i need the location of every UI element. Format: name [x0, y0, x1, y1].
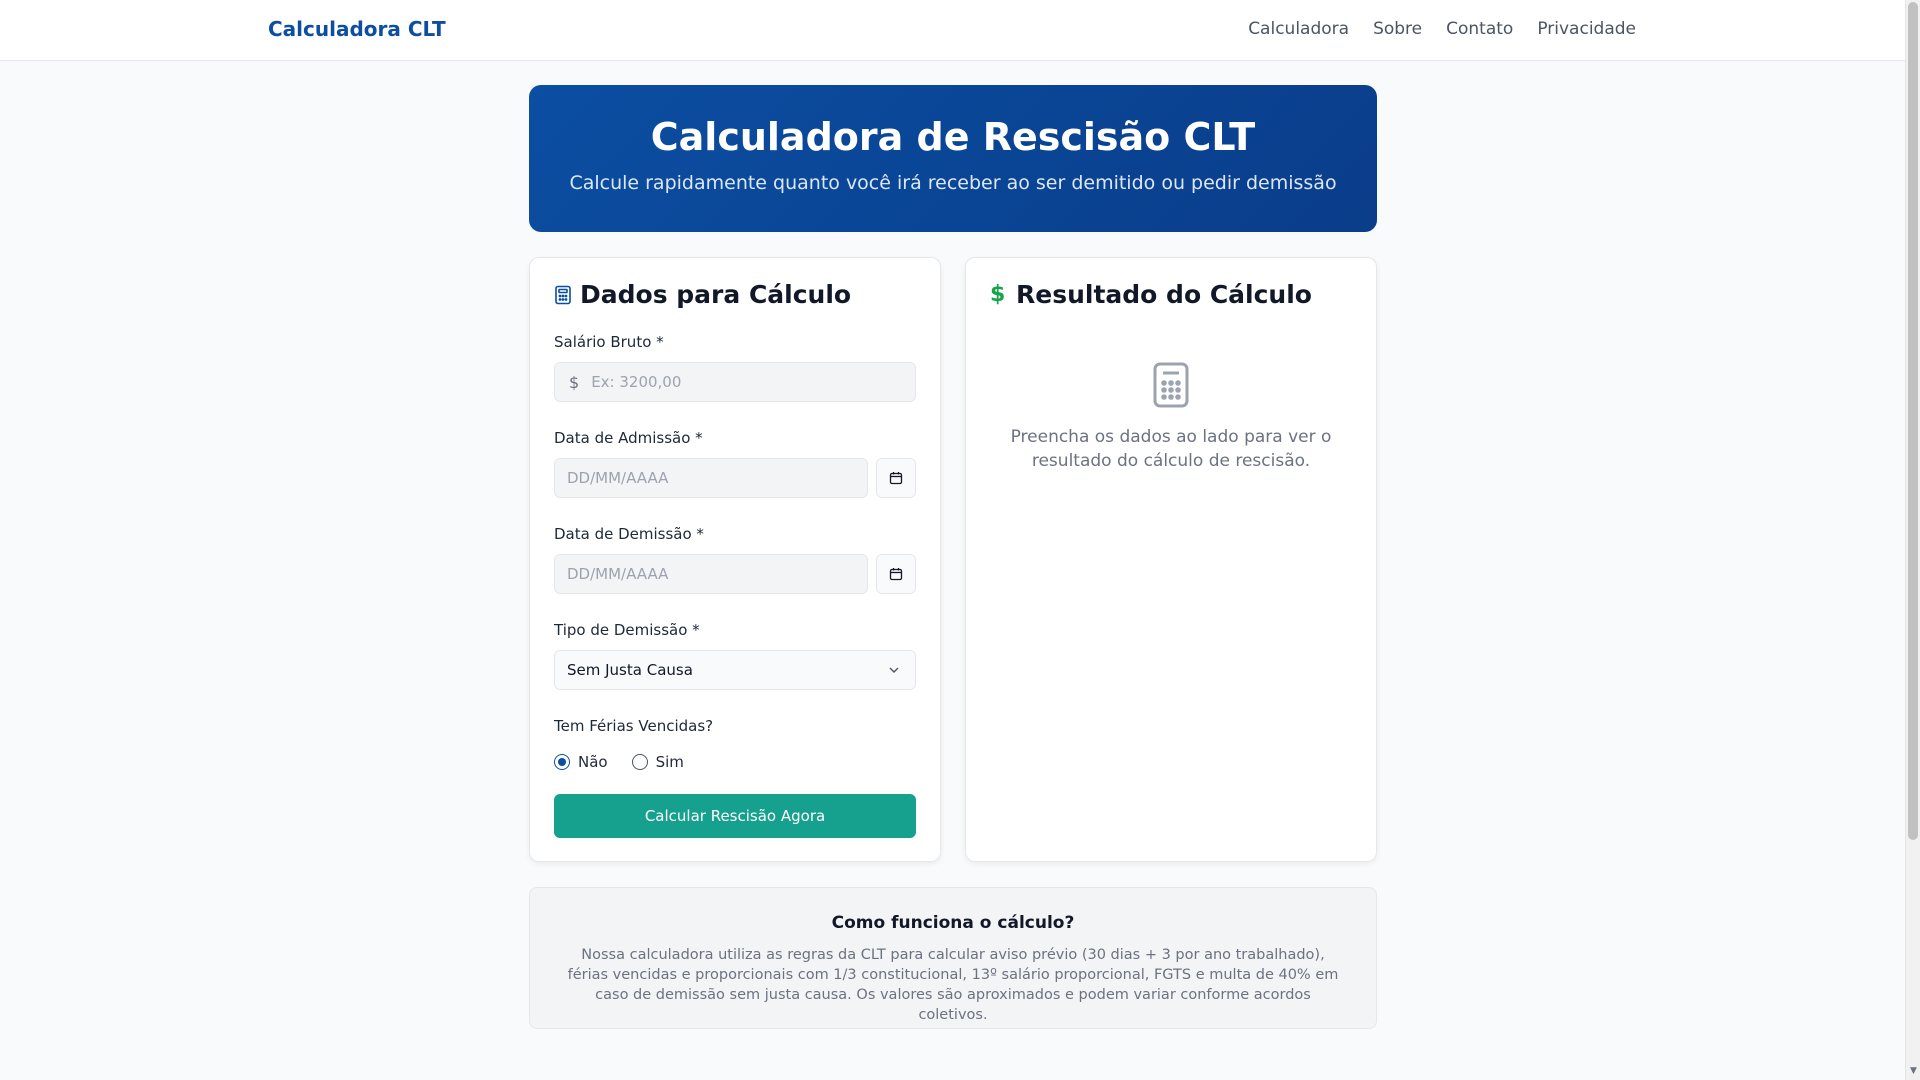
vacation-option-yes[interactable]: Sim: [631, 753, 684, 771]
salary-field[interactable]: $: [554, 362, 916, 402]
dollar-icon: $: [990, 282, 1006, 307]
dismissal-type-value: Sem Justa Causa: [567, 661, 693, 679]
salary-input[interactable]: [579, 363, 915, 401]
vacation-label: Tem Férias Vencidas?: [554, 717, 714, 735]
admission-date-input[interactable]: [555, 459, 867, 497]
vacation-radio-group: Não Sim: [554, 753, 684, 771]
how-it-works-title: Como funciona o cálculo?: [831, 913, 1075, 933]
dismissal-calendar-button[interactable]: [876, 554, 916, 594]
vacation-option-no[interactable]: Não: [554, 753, 608, 771]
brand-logo[interactable]: Calculadora CLT: [268, 17, 446, 41]
calculation-form-card: Dados para Cálculo Salário Bruto * $ Dat…: [529, 257, 941, 862]
result-heading: $ Resultado do Cálculo: [990, 280, 1312, 309]
scrollbar-thumb[interactable]: [1908, 2, 1918, 840]
dollar-icon: $: [569, 372, 580, 392]
radio-yes-label: Sim: [655, 753, 684, 771]
calculator-icon: [1153, 362, 1189, 408]
scroll-down-arrow-icon[interactable]: ▼: [1906, 1064, 1920, 1078]
form-heading-text: Dados para Cálculo: [580, 280, 852, 309]
admission-date-field[interactable]: [554, 458, 868, 498]
nav-link-privacidade[interactable]: Privacidade: [1537, 19, 1636, 39]
salary-label: Salário Bruto *: [554, 333, 664, 351]
admission-calendar-button[interactable]: [876, 458, 916, 498]
calendar-icon: [889, 568, 903, 581]
result-empty-message: Preencha os dados ao lado para ver o res…: [1010, 427, 1332, 471]
chevron-down-icon: [889, 667, 899, 673]
dismissal-date-input[interactable]: [555, 555, 867, 593]
top-navbar: Calculadora CLT Calculadora Sobre Contat…: [0, 0, 1905, 61]
radio-no-label: Não: [578, 753, 608, 771]
admission-date-label: Data de Admissão *: [554, 429, 703, 447]
dismissal-date-field[interactable]: [554, 554, 868, 594]
nav-link-calculadora[interactable]: Calculadora: [1248, 19, 1349, 39]
form-heading: Dados para Cálculo: [554, 280, 851, 309]
calculator-icon: [554, 285, 572, 305]
dismissal-type-label: Tipo de Demissão *: [554, 621, 700, 639]
nav-links: Calculadora Sobre Contato Privacidade: [1248, 19, 1636, 39]
page-scrollbar[interactable]: ▼: [1905, 0, 1920, 1080]
dismissal-date-label: Data de Demissão *: [554, 525, 704, 543]
radio-no[interactable]: [554, 754, 570, 770]
calculate-button[interactable]: Calcular Rescisão Agora: [554, 794, 916, 838]
how-it-works-box: Como funciona o cálculo? Nossa calculado…: [529, 887, 1377, 1029]
result-heading-text: Resultado do Cálculo: [1016, 280, 1312, 309]
how-it-works-text: Nossa calculadora utiliza as regras da C…: [567, 947, 1339, 1023]
calendar-icon: [889, 472, 903, 485]
nav-link-sobre[interactable]: Sobre: [1373, 19, 1422, 39]
radio-yes[interactable]: [631, 754, 648, 770]
nav-link-contato[interactable]: Contato: [1446, 19, 1513, 39]
page-title: Calculadora de Rescisão CLT: [650, 115, 1256, 159]
result-card: $ Resultado do Cálculo Preencha os dados…: [965, 257, 1377, 862]
dismissal-type-select[interactable]: Sem Justa Causa: [554, 650, 916, 690]
hero-banner: Calculadora de Rescisão CLT Calcule rapi…: [529, 85, 1377, 232]
page-subtitle: Calcule rapidamente quanto você irá rece…: [569, 172, 1337, 194]
